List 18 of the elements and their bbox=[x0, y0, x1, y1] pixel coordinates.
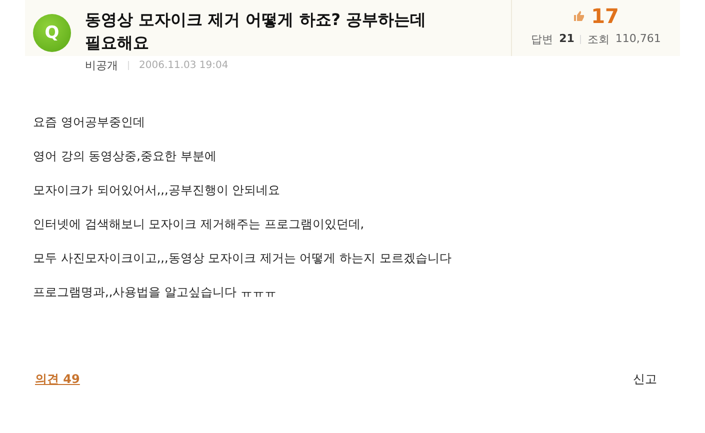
comments-link[interactable]: 의견 49 bbox=[35, 371, 80, 388]
post-date: 2006.11.03 19:04 bbox=[139, 60, 228, 71]
views-label: 조회 bbox=[587, 32, 610, 47]
question-title: 동영상 모자이크 제거 어떻게 하죠? 공부하는데 필요해요 bbox=[85, 9, 428, 54]
body-paragraph: 모두 사진모자이크이고,,,동영상 모자이크 제거는 어떻게 하는지 모르겠습니다 bbox=[33, 251, 452, 265]
body-paragraph: 프로그램명과,,사용법을 알고싶습니다 ㅠㅠㅠ bbox=[33, 285, 278, 299]
body-paragraph: 인터넷에 검색해보니 모자이크 제거해주는 프로그램이있던데, bbox=[33, 217, 366, 231]
answers-label: 답변 bbox=[531, 32, 554, 47]
body-paragraph: 영어 강의 동영상중,중요한 부분에 bbox=[33, 149, 218, 163]
author-name: 비공개 bbox=[85, 58, 118, 73]
like-count: 17 bbox=[591, 4, 619, 28]
question-badge: Q bbox=[33, 14, 71, 52]
answer-count: 21 bbox=[559, 32, 574, 47]
body-paragraph: 모자이크가 되어있어서,,,공부진행이 안되네요 bbox=[33, 183, 282, 197]
thumbs-up-icon[interactable] bbox=[573, 10, 586, 22]
body-paragraph: 요즘 영어공부중인데 bbox=[33, 115, 146, 129]
report-link[interactable]: 신고 bbox=[633, 371, 657, 388]
view-count: 110,761 bbox=[615, 32, 661, 47]
